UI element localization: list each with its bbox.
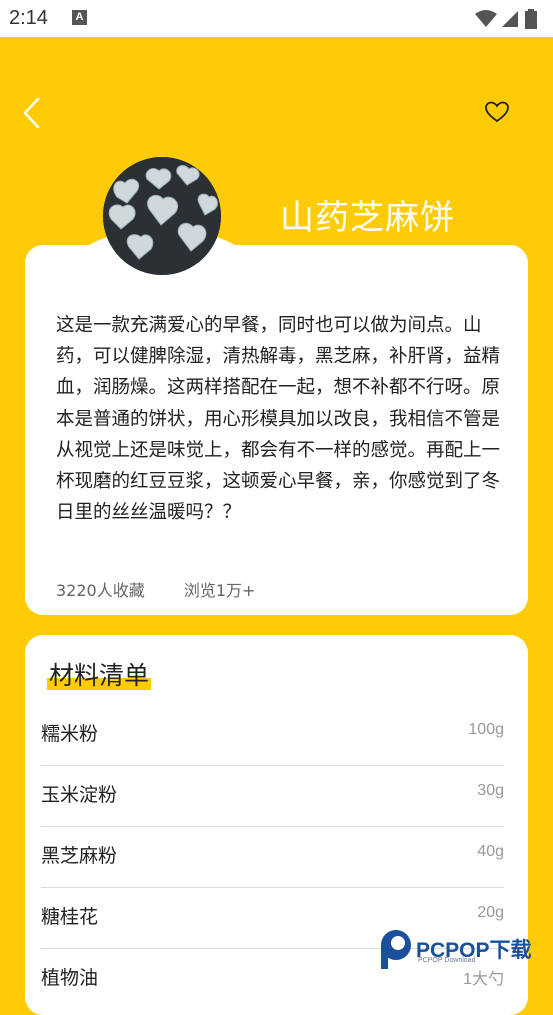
battery-icon <box>525 8 537 29</box>
list-item: 玉米淀粉 30g <box>41 765 504 827</box>
ingredient-name: 植物油 <box>41 967 99 989</box>
ingredient-name: 糯米粉 <box>41 723 99 745</box>
favorites-count: 3220人收藏 <box>56 581 145 600</box>
a-letter-icon: A <box>72 10 87 25</box>
views-count: 浏览1万+ <box>183 581 256 600</box>
recipe-avatar <box>103 157 221 275</box>
signal-icon <box>501 10 518 27</box>
recipe-title: 山药芝麻饼 <box>280 198 455 238</box>
ingredient-amount: 30g <box>477 782 504 799</box>
watermark-sub: PCPOP Download <box>418 957 476 964</box>
status-bar: 2:14 A <box>0 0 553 37</box>
ingredient-amount: 40g <box>477 843 504 860</box>
ingredients-title-text: 材料清单 <box>46 656 152 692</box>
recipe-stats: 3220人收藏 浏览1万+ <box>56 577 289 601</box>
status-icons <box>474 8 537 29</box>
chevron-left-icon[interactable] <box>20 96 44 130</box>
list-item: 黑芝麻粉 40g <box>41 826 504 888</box>
list-item: 糯米粉 100g <box>41 704 504 766</box>
wifi-icon <box>474 9 497 27</box>
watermark: PCPOP下载 PCPOP Download <box>378 928 548 972</box>
ingredient-name: 糖桂花 <box>41 906 99 928</box>
heart-outline-icon[interactable] <box>484 100 510 124</box>
ingredient-name: 黑芝麻粉 <box>41 845 118 867</box>
recipe-description: 这是一款充满爱心的早餐，同时也可以做为间点。山药，可以健脾除湿，清热解毒，黑芝麻… <box>56 315 501 524</box>
ingredients-title: 材料清单 <box>46 656 152 692</box>
pcpop-logo-icon <box>381 930 411 969</box>
ingredient-amount: 100g <box>468 721 504 738</box>
status-time: 2:14 <box>9 7 48 29</box>
ingredient-amount: 20g <box>477 904 504 921</box>
ingredient-name: 玉米淀粉 <box>41 784 118 806</box>
